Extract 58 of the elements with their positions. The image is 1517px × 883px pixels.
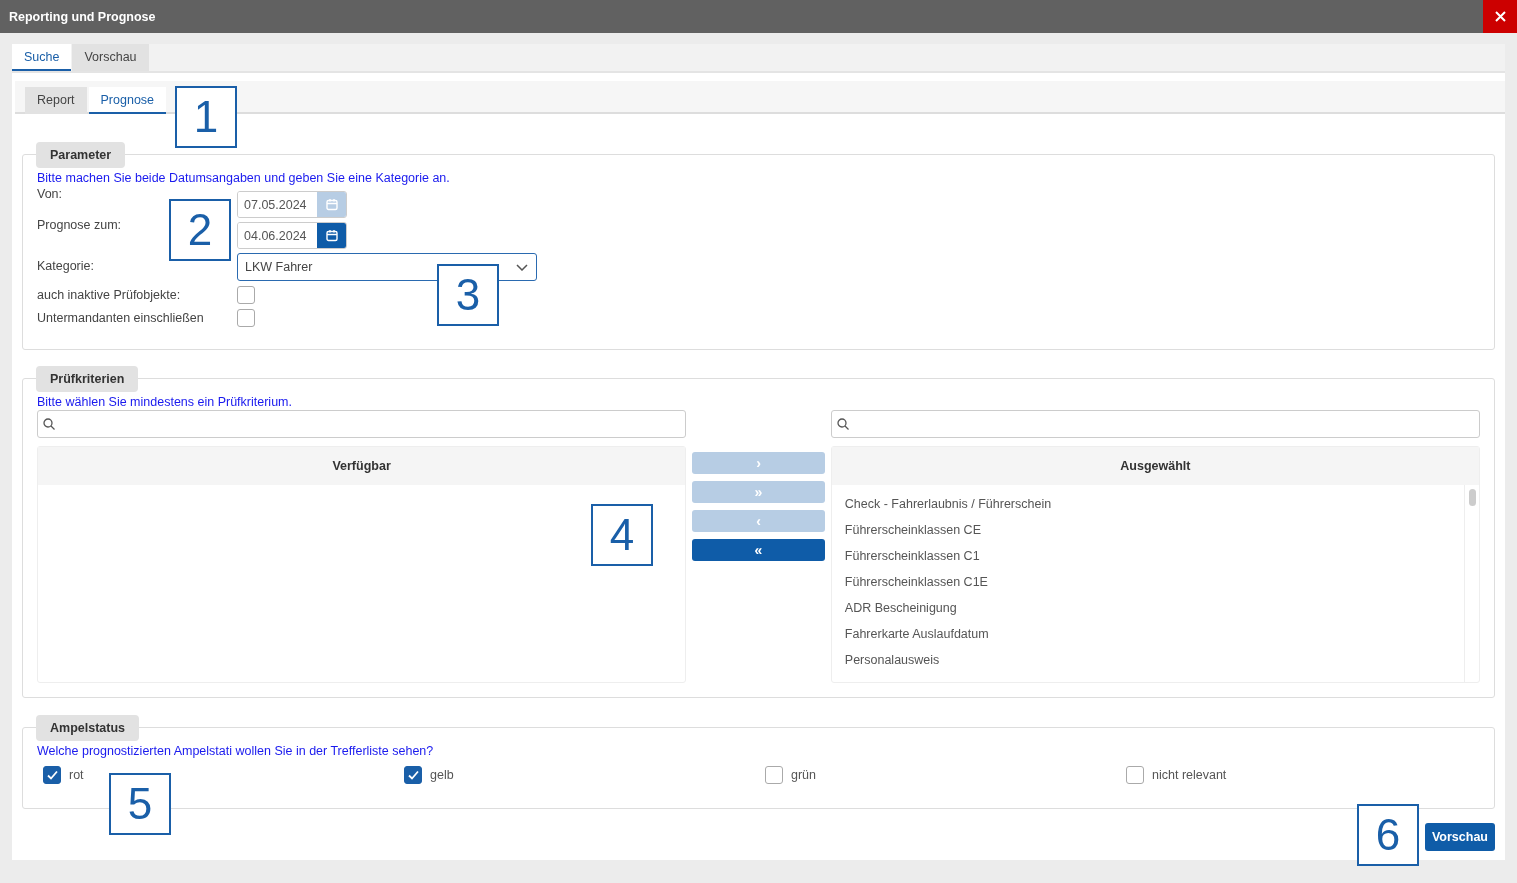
checkbox[interactable]: [765, 766, 783, 784]
hint-text: Bitte wählen Sie mindestens ein Prüfkriterium.: [37, 395, 293, 409]
list-item[interactable]: Führerscheinklassen CE: [844, 517, 1451, 543]
preview-button[interactable]: Vorschau: [1424, 823, 1495, 851]
callout-number: 5: [109, 773, 171, 835]
callout-number: 4: [591, 504, 653, 566]
tab[interactable]: Prognose: [88, 87, 167, 114]
tab[interactable]: Report: [25, 87, 87, 114]
section-legend: Ampelstatus: [36, 715, 140, 741]
chevron-down-icon: [516, 263, 528, 271]
checkbox[interactable]: [1126, 766, 1144, 784]
list-header: Ausgewählt: [831, 447, 1479, 485]
callout-number: 3: [437, 264, 499, 326]
callout-number: 1: [175, 86, 237, 148]
checkbox[interactable]: [237, 285, 255, 304]
checkbox-label: rot: [69, 768, 84, 782]
search-field[interactable]: [830, 410, 1480, 438]
callout-number: 2: [169, 199, 231, 261]
hint-text: Bitte machen Sie beide Datumsangaben und geben Sie eine Kategorie an.: [37, 171, 451, 185]
hint-text: Welche prognostizierten Ampelstati wollen Sie in der Trefferliste sehen?: [37, 744, 435, 758]
search-field[interactable]: [37, 410, 687, 438]
search-icon: [43, 418, 55, 430]
window-title: Reporting und Prognose: [8, 9, 156, 24]
dropdown-value: LKW Fahrer: [245, 260, 313, 274]
date-field[interactable]: 04.06.2024: [237, 222, 347, 249]
field-label: Von:: [37, 187, 64, 201]
checkbox-label: gelb: [430, 768, 454, 782]
list-item[interactable]: ADR Bescheinigung: [844, 595, 1451, 621]
check-icon: [406, 769, 420, 781]
checkbox-label: grün: [791, 768, 817, 782]
list-item[interactable]: Führerscheinklassen C1E: [844, 569, 1451, 595]
checkbox[interactable]: [43, 766, 61, 784]
checkbox[interactable]: [237, 308, 255, 327]
field-label: auch inaktive Prüfobjekte:: [37, 287, 182, 302]
checkbox[interactable]: [404, 766, 422, 784]
section-legend: Parameter: [36, 142, 126, 168]
field-label: Kategorie:: [37, 259, 95, 273]
scrollbar[interactable]: [1464, 485, 1479, 682]
list-header: Verfügbar: [38, 447, 686, 485]
list-item[interactable]: Führerscheinklassen C1: [844, 543, 1451, 569]
close-button[interactable]: [1483, 0, 1517, 33]
list-item[interactable]: Check - Fahrerlaubnis / Führerschein: [844, 491, 1451, 517]
field-label: Untermandanten einschließen: [37, 310, 205, 325]
calendar-button[interactable]: [317, 223, 346, 248]
calendar-icon: [325, 198, 338, 211]
tab[interactable]: Suche: [12, 44, 72, 71]
move-button[interactable]: «: [692, 539, 825, 561]
calendar-icon: [325, 229, 338, 242]
check-icon: [45, 769, 59, 781]
search-icon: [836, 418, 849, 430]
checkbox-label: nicht relevant: [1152, 768, 1227, 782]
list-item[interactable]: Personalausweis: [844, 647, 1451, 673]
close-icon: [1494, 11, 1506, 22]
list-item[interactable]: Fahrerkarte Auslaufdatum: [844, 621, 1451, 647]
callout-number: 6: [1357, 804, 1419, 866]
field-label: Prognose zum:: [37, 218, 123, 232]
tab[interactable]: Vorschau: [72, 44, 149, 71]
section-legend: Prüfkriterien: [36, 366, 139, 392]
